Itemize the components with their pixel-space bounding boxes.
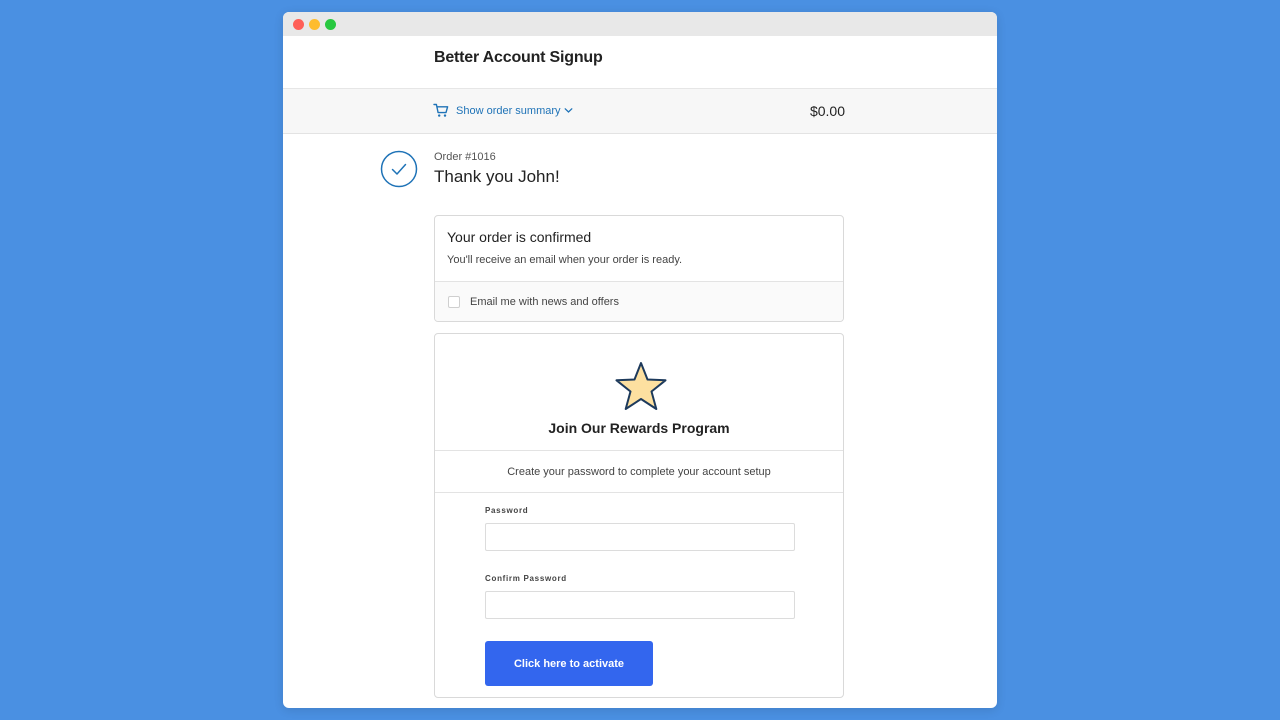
- store-title[interactable]: Better Account Signup: [434, 49, 603, 67]
- password-label: Password: [485, 506, 529, 515]
- order-summary-bar: Show order summary $0.00: [283, 89, 997, 134]
- newsletter-checkbox[interactable]: [448, 295, 460, 308]
- newsletter-row: Email me with news and offers: [435, 282, 843, 321]
- cart-icon: [433, 103, 449, 118]
- chevron-down-icon: [564, 107, 573, 114]
- order-number: Order #1016: [434, 151, 496, 163]
- store-header: Better Account Signup: [283, 36, 997, 89]
- confirmation-description: You'll receive an email when your order …: [447, 254, 683, 266]
- browser-window: Better Account Signup Show order summary…: [283, 12, 997, 708]
- rewards-card: Join Our Rewards Program Create your pas…: [434, 333, 844, 698]
- order-confirmation-card: Your order is confirmed You'll receive a…: [434, 215, 844, 322]
- order-total: $0.00: [809, 103, 845, 119]
- rewards-hero: Join Our Rewards Program: [435, 334, 843, 451]
- password-form: Password Confirm Password Click here to …: [435, 493, 843, 697]
- order-summary-label: Show order summary: [456, 104, 561, 117]
- show-order-summary-toggle[interactable]: Show order summary: [433, 103, 573, 118]
- password-input[interactable]: [485, 523, 795, 551]
- close-window-button[interactable]: [293, 19, 304, 30]
- activate-button[interactable]: Click here to activate: [485, 641, 653, 686]
- confirm-password-label: Confirm Password: [485, 574, 567, 583]
- minimize-window-button[interactable]: [309, 19, 320, 30]
- check-circle-icon: [380, 150, 418, 193]
- order-header: Order #1016 Thank you John!: [380, 149, 820, 189]
- window-titlebar: [283, 12, 997, 36]
- star-icon: [613, 360, 669, 419]
- maximize-window-button[interactable]: [325, 19, 336, 30]
- rewards-subtitle: Create your password to complete your ac…: [435, 451, 843, 493]
- newsletter-label[interactable]: Email me with news and offers: [470, 296, 619, 308]
- thank-you-heading: Thank you John!: [434, 167, 560, 186]
- confirmation-title: Your order is confirmed: [447, 229, 592, 245]
- rewards-title: Join Our Rewards Program: [548, 420, 730, 436]
- confirmation-content: Your order is confirmed You'll receive a…: [435, 216, 843, 282]
- confirm-password-input[interactable]: [485, 591, 795, 619]
